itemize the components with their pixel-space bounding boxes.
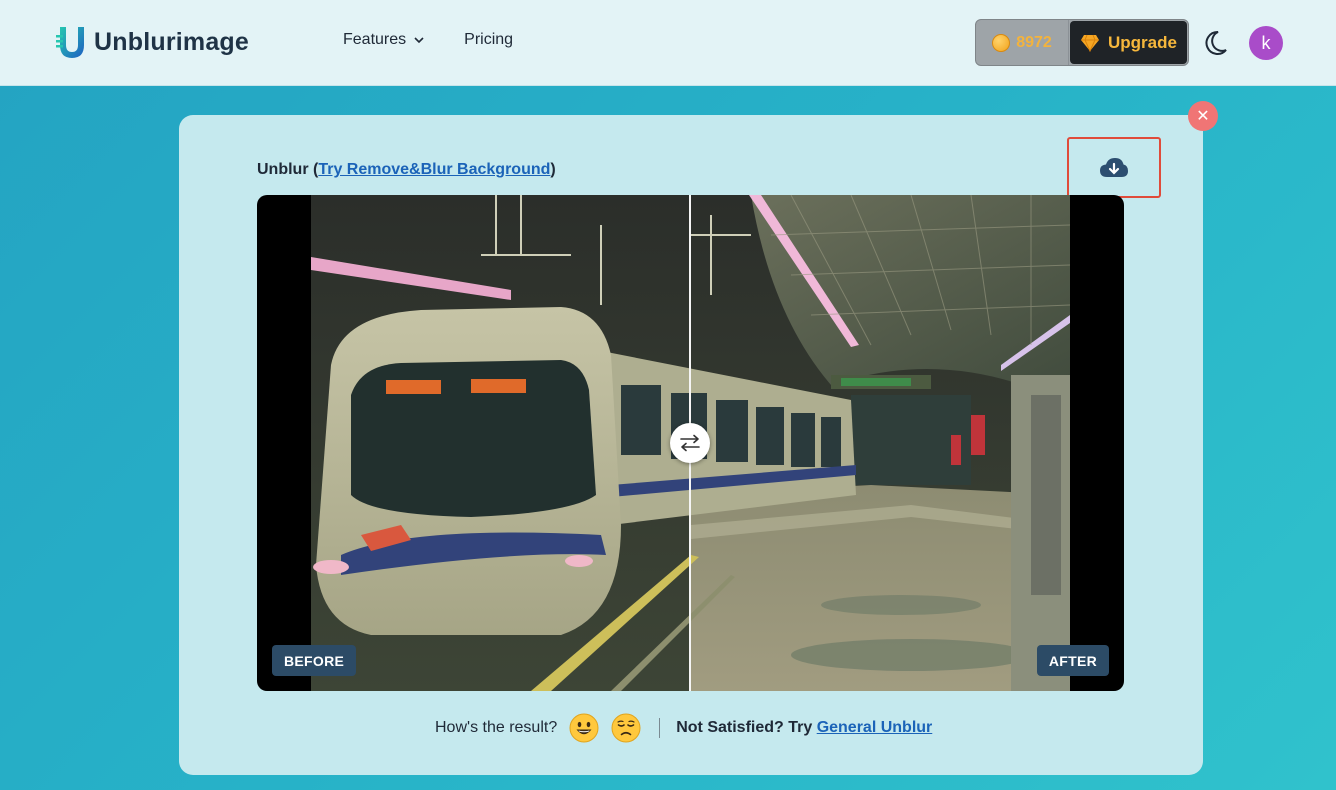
credit-balance[interactable]: 8972 [976, 20, 1069, 65]
nav-pricing[interactable]: Pricing [464, 31, 513, 49]
close-icon: ✕ [1196, 108, 1210, 125]
main-nav: Features Pricing [343, 31, 513, 49]
logo-icon [56, 27, 84, 58]
avatar-letter: k [1261, 32, 1271, 53]
sad-face-icon[interactable] [611, 713, 641, 743]
happy-face-icon[interactable] [569, 713, 599, 743]
nav-features[interactable]: Features [343, 31, 424, 49]
credits-widget: 8972 Upgrade [975, 19, 1189, 66]
nav-features-label: Features [343, 31, 407, 48]
chevron-down-icon [414, 37, 424, 44]
dark-mode-moon-icon[interactable] [1204, 30, 1228, 56]
feedback-bar: How's the result? Not Satisfied? Try Gen… [435, 713, 932, 743]
diamond-icon [1081, 34, 1100, 52]
feedback-question: How's the result? [435, 719, 558, 736]
swap-arrows-icon [680, 434, 700, 452]
title-prefix: Unblur ( [257, 161, 319, 178]
logo-text: Unblurimage [94, 27, 249, 56]
upgrade-button[interactable]: Upgrade [1070, 21, 1187, 64]
close-button[interactable]: ✕ [1188, 101, 1218, 131]
upgrade-label: Upgrade [1108, 32, 1177, 52]
cloud-download-icon [1100, 157, 1128, 177]
before-after-comparison[interactable]: BEFORE AFTER [257, 195, 1124, 691]
user-avatar[interactable]: k [1249, 26, 1283, 60]
top-header: Unblurimage Features Pricing 8972 Upgrad… [0, 0, 1336, 86]
coin-icon [992, 33, 1011, 52]
card-title: Unblur (Try Remove&Blur Background) [257, 161, 556, 179]
download-button[interactable] [1067, 137, 1161, 198]
credit-count: 8972 [1016, 33, 1052, 51]
feedback-separator [659, 718, 661, 738]
before-label: BEFORE [272, 645, 357, 676]
remove-blur-background-link[interactable]: Try Remove&Blur Background [318, 161, 550, 178]
after-label: AFTER [1036, 645, 1109, 676]
not-satisfied-text: Not Satisfied? Try General Unblur [676, 719, 932, 737]
not-satisfied-label: Not Satisfied? Try [676, 719, 817, 736]
nav-pricing-label: Pricing [464, 31, 514, 48]
general-unblur-link[interactable]: General Unblur [817, 719, 933, 736]
comparison-slider-handle[interactable] [670, 423, 710, 463]
logo[interactable]: Unblurimage [56, 24, 249, 60]
title-suffix: ) [550, 161, 556, 178]
